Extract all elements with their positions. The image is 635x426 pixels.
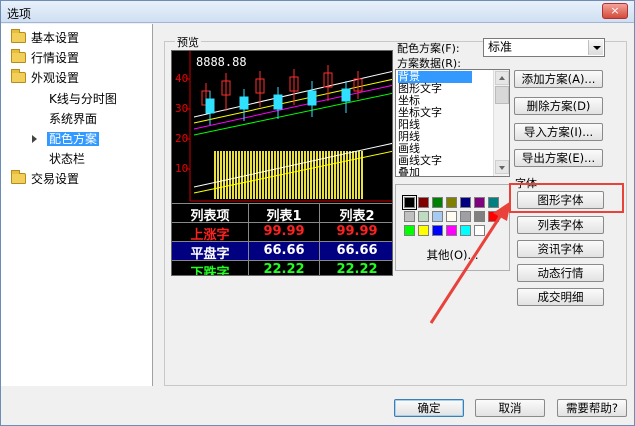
ok-button[interactable]: 确定	[394, 399, 464, 417]
cancel-button[interactable]: 取消	[475, 399, 545, 417]
options-dialog: 选项 × 基本设置 行情设置 外观设置 K线与分时图 系统界面 配色方案 状态栏…	[0, 0, 635, 426]
annotation-arrow	[429, 201, 511, 324]
help-button[interactable]: 需要帮助?	[557, 399, 627, 417]
